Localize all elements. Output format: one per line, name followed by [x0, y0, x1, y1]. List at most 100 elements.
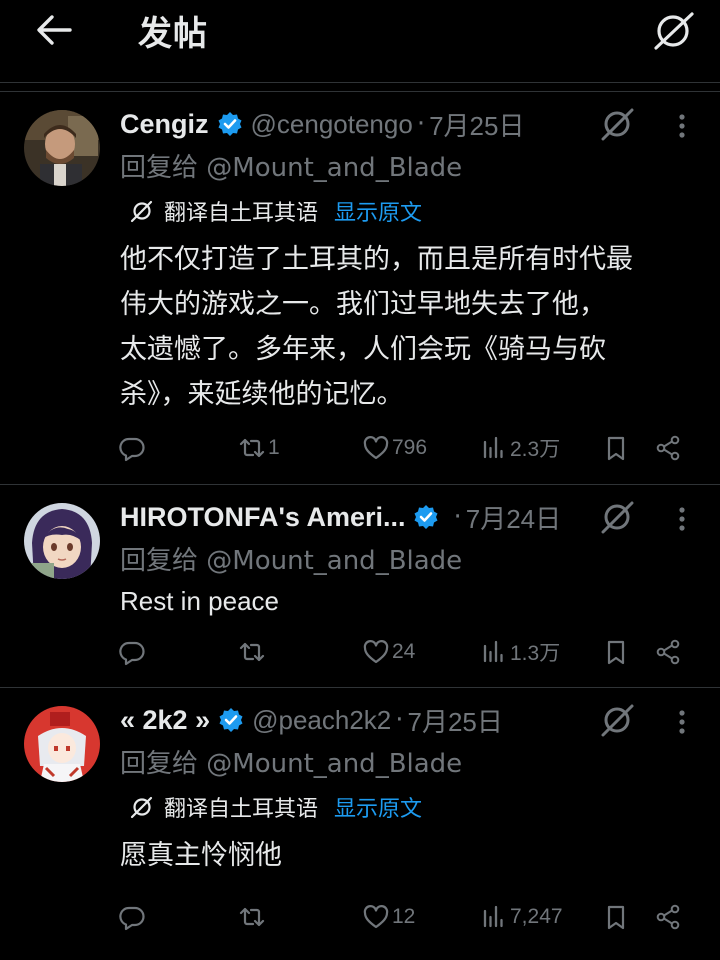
reply-prefix: 回复给	[120, 546, 199, 576]
translated-from-label: 翻译自土耳其语	[164, 797, 319, 822]
grok-icon[interactable]	[600, 499, 636, 535]
display-name[interactable]: Cengiz	[120, 109, 209, 140]
grok-icon[interactable]	[652, 10, 696, 50]
heart-icon	[363, 640, 389, 664]
more-options-icon[interactable]	[664, 501, 700, 537]
reply-tweet[interactable]: Cengiz @cengotengo · 7月25日 回复给 @Mount_an…	[0, 92, 720, 484]
like-button[interactable]: 24	[362, 632, 415, 672]
verified-badge-icon	[414, 505, 438, 529]
translation-notice: 翻译自土耳其语 显示原文	[130, 194, 422, 228]
reply-mention-link[interactable]: @Mount_and_Blade	[206, 153, 462, 183]
translated-from-label: 翻译自土耳其语	[164, 201, 319, 226]
share-button[interactable]	[654, 632, 682, 672]
views-button[interactable]: 2.3万	[480, 428, 560, 468]
tweet-text-line: 他不仅打造了土耳其的，而且是所有时代最	[120, 244, 633, 275]
reply-tweet[interactable]: « 2k2 » @peach2k2 · 7月25日 回复给 @Mount_and…	[0, 688, 720, 960]
heart-icon	[363, 905, 389, 929]
more-options-icon[interactable]	[664, 108, 700, 144]
timestamp[interactable]: 7月25日	[429, 106, 524, 143]
reply-prefix: 回复给	[120, 153, 199, 183]
bookmark-icon	[607, 640, 625, 665]
like-button[interactable]: 12	[362, 897, 415, 937]
display-name[interactable]: « 2k2 »	[120, 705, 210, 736]
tweet-header: « 2k2 » @peach2k2 · 7月25日	[120, 700, 503, 740]
retweet-icon	[239, 907, 265, 927]
grok-icon[interactable]	[600, 106, 636, 142]
avatar[interactable]	[24, 503, 100, 579]
separator-dot: ·	[453, 502, 462, 532]
handle[interactable]: @cengotengo	[251, 109, 413, 140]
top-bar: 发帖	[0, 0, 720, 82]
page-title: 发帖	[138, 14, 208, 54]
reply-icon	[119, 906, 145, 931]
reply-mention-link[interactable]: @Mount_and_Blade	[206, 749, 462, 779]
tweet-header: Cengiz @cengotengo · 7月25日	[120, 104, 524, 144]
share-button[interactable]	[654, 897, 682, 937]
reply-tweet[interactable]: HIROTONFA's Ameri... · 7月24日 回复给 @Mount_…	[0, 485, 720, 687]
grok-icon[interactable]	[600, 702, 636, 738]
share-icon	[656, 435, 680, 461]
views-chart-icon	[483, 905, 503, 928]
separator-dot: ·	[395, 705, 404, 735]
bookmark-button[interactable]	[602, 428, 630, 468]
show-original-link[interactable]: 显示原文	[334, 791, 422, 823]
action-bar: 12 7,247	[118, 897, 708, 937]
retweet-button[interactable]	[238, 632, 268, 672]
bookmark-button[interactable]	[602, 632, 630, 672]
show-original-link[interactable]: 显示原文	[334, 195, 422, 227]
grok-translate-icon	[130, 796, 153, 819]
reply-button[interactable]	[118, 428, 148, 468]
retweet-button[interactable]	[238, 897, 268, 937]
display-name[interactable]: HIROTONFA's Ameri...	[120, 502, 405, 533]
timestamp[interactable]: 7月25日	[408, 702, 503, 739]
reply-to-line: 回复给 @Mount_and_Blade	[120, 743, 462, 780]
share-icon	[656, 904, 680, 930]
reply-button[interactable]	[118, 897, 148, 937]
share-button[interactable]	[654, 428, 682, 468]
bookmark-icon	[607, 905, 625, 930]
like-button[interactable]: 796	[362, 428, 427, 468]
grok-translate-icon	[130, 200, 153, 223]
handle[interactable]: @peach2k2	[252, 705, 391, 736]
view-count: 2.3万	[510, 438, 561, 461]
views-button[interactable]: 1.3万	[480, 632, 560, 672]
action-bar: 24 1.3万	[118, 632, 708, 672]
retweet-count: 1	[268, 436, 280, 459]
reply-icon	[119, 641, 145, 666]
more-options-icon[interactable]	[664, 704, 700, 740]
tweet-text: Rest in peace	[120, 579, 680, 624]
tweet-text-line: 愿真主怜悯他	[120, 840, 282, 871]
tweet-text: 他不仅打造了土耳其的，而且是所有时代最 伟大的游戏之一。我们过早地失去了他， 太…	[120, 237, 680, 417]
reply-button[interactable]	[118, 632, 148, 672]
tweet-text-line: 杀》，来延续他的记忆。	[120, 379, 404, 410]
verified-badge-icon	[219, 708, 243, 732]
action-bar: 1 796 2.3万	[118, 428, 708, 468]
views-chart-icon	[483, 640, 503, 663]
views-button[interactable]: 7,247	[480, 897, 563, 937]
like-count: 12	[392, 905, 416, 928]
avatar[interactable]	[24, 706, 100, 782]
retweet-button[interactable]: 1	[238, 428, 280, 468]
tweet-text-line: Rest in peace	[120, 586, 279, 616]
bookmark-icon	[607, 436, 625, 461]
tweet-text-line: 太遗憾了。多年来，人们会玩《骑马与砍	[120, 334, 606, 365]
reply-to-line: 回复给 @Mount_and_Blade	[120, 147, 462, 184]
reply-mention-link[interactable]: @Mount_and_Blade	[206, 546, 462, 576]
bookmark-button[interactable]	[602, 897, 630, 937]
like-count: 796	[392, 436, 428, 459]
header-divider	[0, 82, 720, 83]
back-arrow-icon[interactable]	[34, 12, 74, 48]
tweet-text: 愿真主怜悯他	[120, 833, 680, 878]
separator-dot: ·	[416, 109, 426, 139]
timestamp[interactable]: 7月24日	[466, 499, 561, 536]
share-icon	[656, 639, 680, 665]
views-chart-icon	[483, 436, 503, 459]
view-count: 7,247	[510, 905, 563, 928]
avatar[interactable]	[24, 110, 100, 186]
translation-notice: 翻译自土耳其语 显示原文	[130, 790, 422, 824]
reply-prefix: 回复给	[120, 749, 199, 779]
retweet-icon	[239, 438, 265, 458]
retweet-icon	[239, 642, 265, 662]
heart-icon	[363, 436, 389, 460]
like-count: 24	[392, 640, 416, 663]
